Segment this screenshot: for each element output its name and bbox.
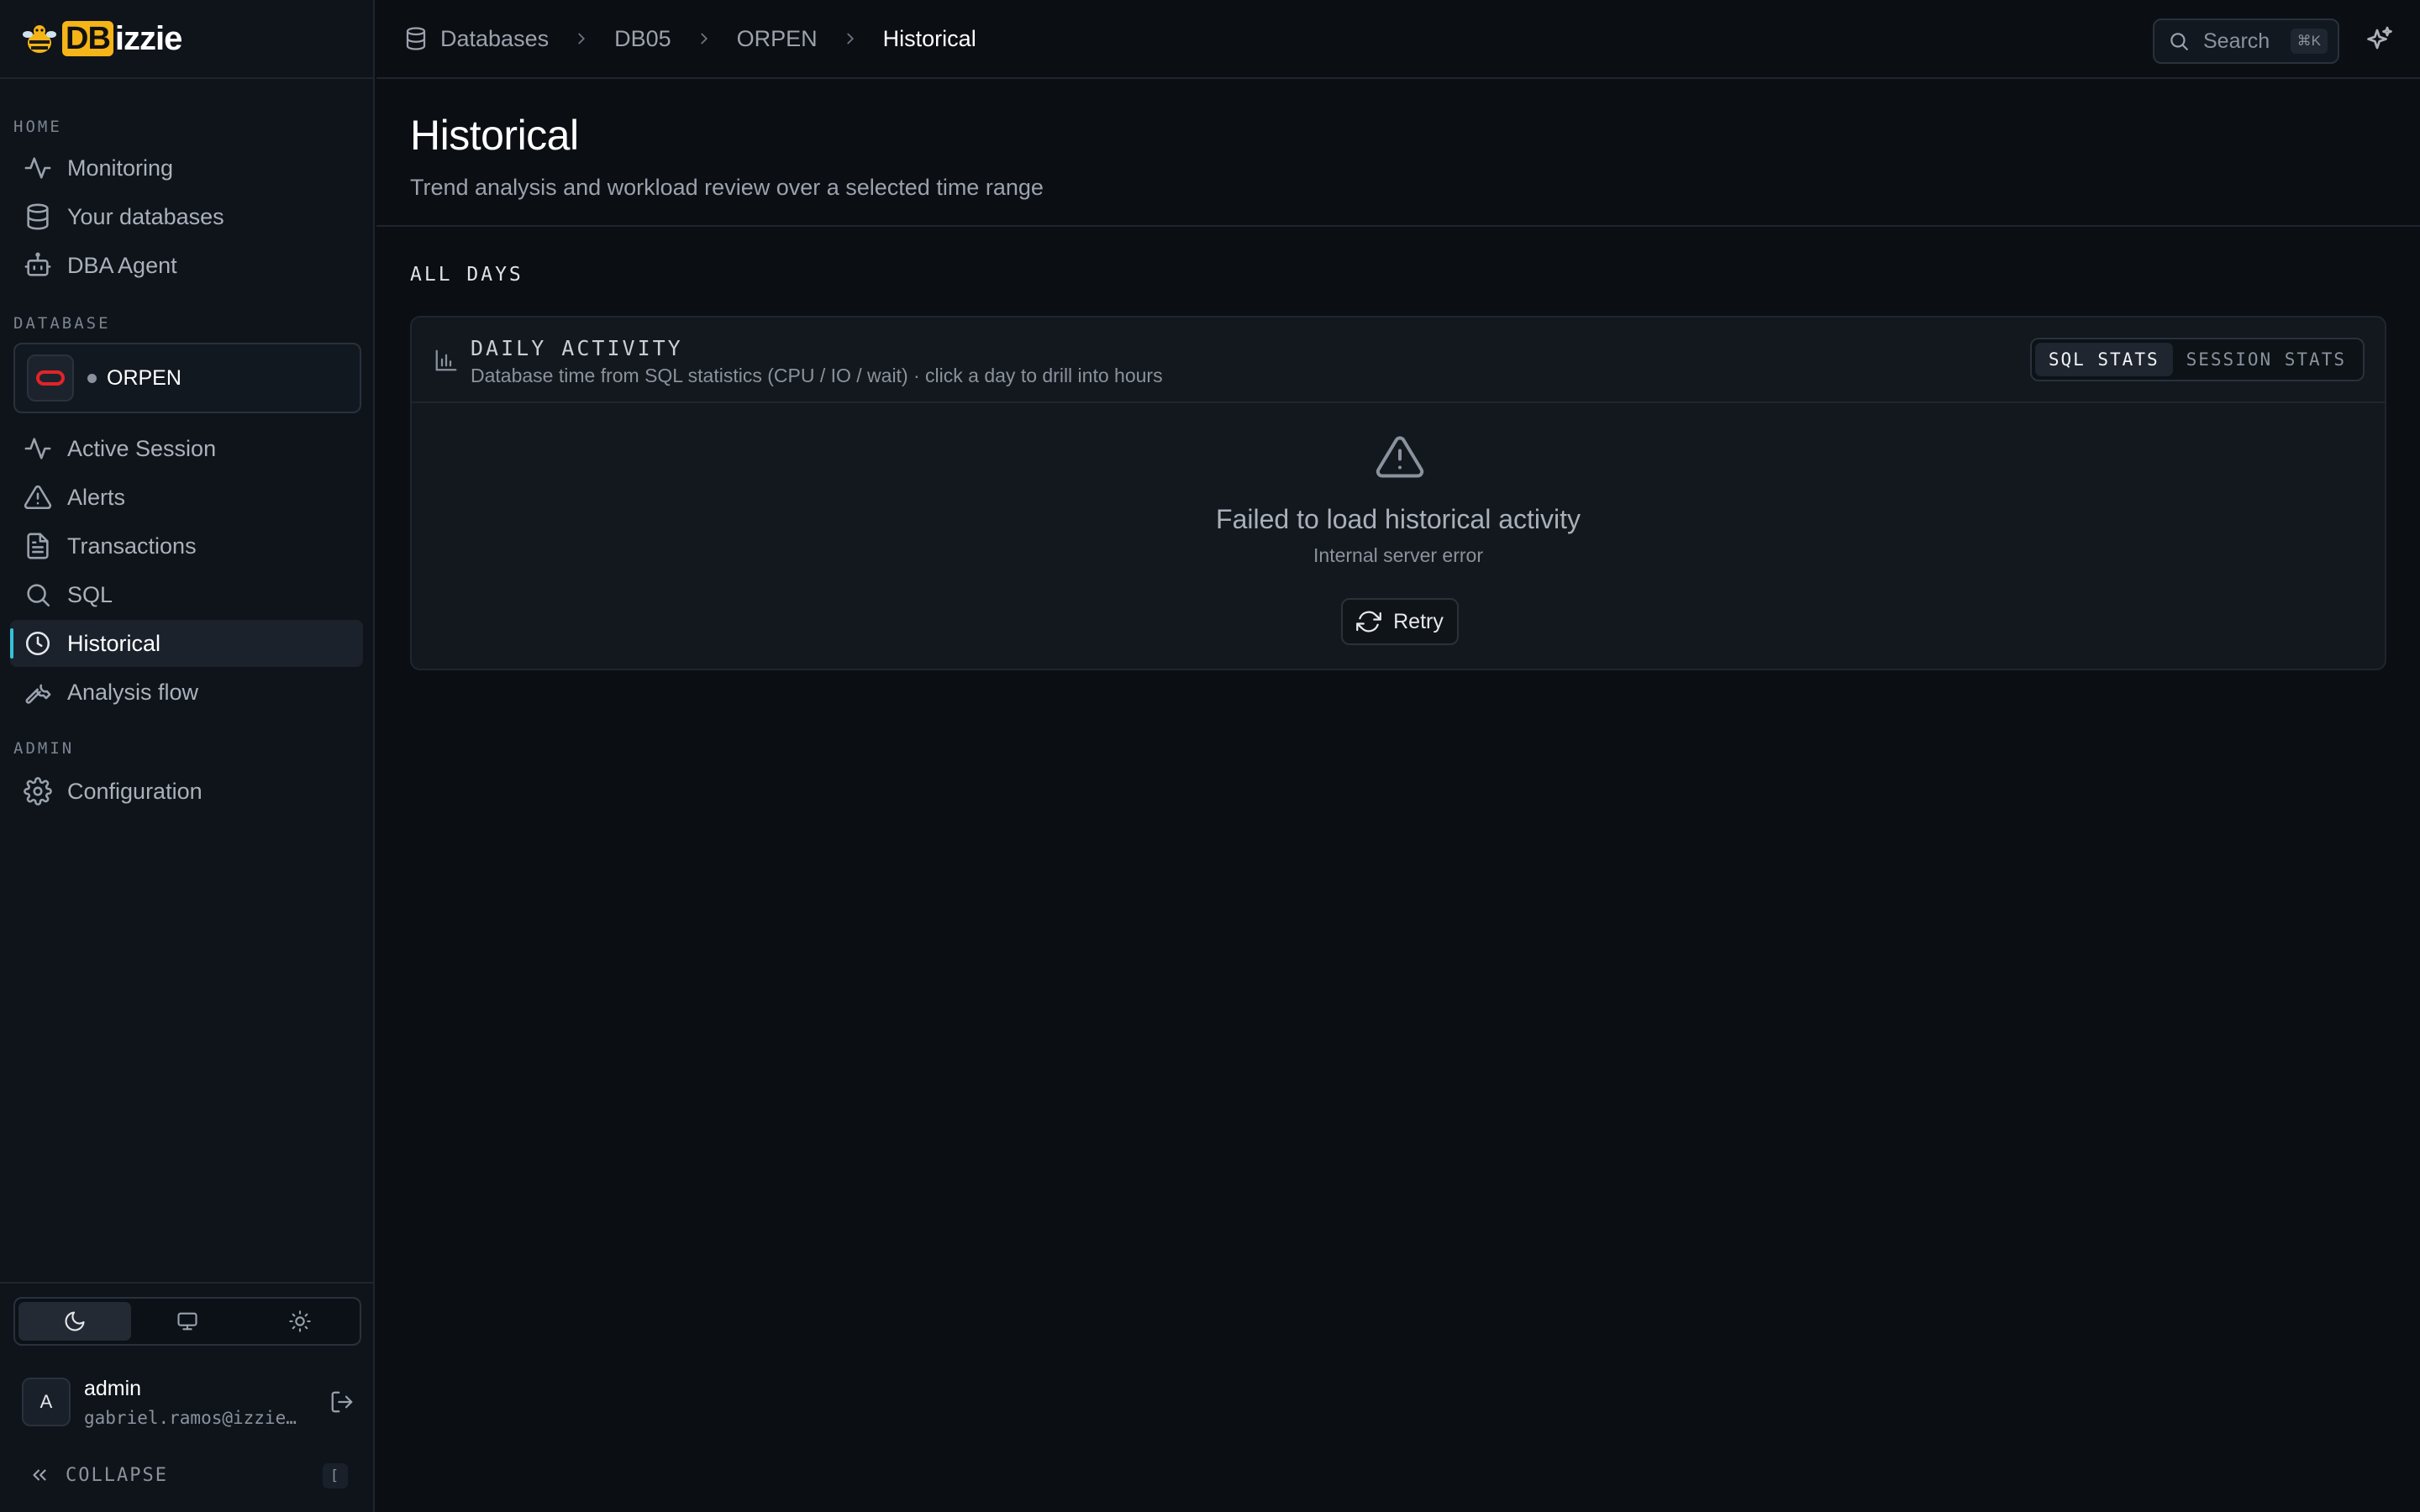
sidebar-item-label: Alerts: [67, 484, 126, 510]
section-label-home: HOME: [13, 118, 62, 136]
sidebar-item-analysis-flow[interactable]: Analysis flow: [10, 669, 363, 716]
breadcrumb-historical: Historical: [882, 25, 976, 51]
collapse-label: COLLAPSE: [66, 1464, 168, 1486]
chevron-right-icon: [847, 33, 854, 45]
panel-header: DAILY ACTIVITY Database time from SQL st…: [412, 318, 2385, 403]
bar-chart-icon: [435, 349, 457, 371]
search-shortcut: ⌘K: [2290, 29, 2328, 54]
tab-session-stats[interactable]: SESSION STATS: [2173, 343, 2360, 376]
user-name: admin: [84, 1376, 142, 1400]
sidebar-divider: [0, 1282, 373, 1284]
refresh-icon: [1356, 611, 1381, 633]
error-title: Failed to load historical activity: [1216, 504, 1581, 534]
sidebar-item-label: Your databases: [67, 203, 224, 229]
sidebar-item-configuration[interactable]: Configuration: [10, 768, 363, 815]
user-email: gabriel.ramos@izzie…: [84, 1407, 297, 1428]
file-text-icon: [27, 533, 49, 559]
alert-triangle-icon: [1376, 436, 1424, 478]
breadcrumb-orpen[interactable]: ORPEN: [737, 26, 818, 52]
sidebar-item-label: Transactions: [67, 533, 197, 559]
gear-icon: [24, 777, 52, 806]
brand-suffix: izzie: [114, 19, 182, 57]
panel-description: Database time from SQL statistics (CPU /…: [471, 365, 1163, 386]
sidebar-item-label: Configuration: [67, 778, 203, 804]
status-dot: [87, 373, 97, 383]
sidebar-item-active-session[interactable]: Active Session: [10, 425, 363, 472]
collapse-shortcut: [: [323, 1463, 348, 1488]
oracle-icon: [27, 354, 74, 402]
retry-label: Retry: [1393, 609, 1444, 633]
daily-activity-panel: DAILY ACTIVITY Database time from SQL st…: [410, 316, 2386, 670]
moon-icon: [65, 1311, 85, 1331]
alert-triangle-icon: [24, 485, 52, 510]
logout-icon[interactable]: [329, 1389, 355, 1415]
retry-button[interactable]: Retry: [1341, 598, 1459, 645]
panel-title: DAILY ACTIVITY: [471, 336, 683, 360]
breadcrumb-db05[interactable]: DB05: [614, 26, 671, 52]
search-icon: [27, 584, 50, 607]
sidebar-item-label: Active Session: [67, 435, 217, 461]
search-button[interactable]: Search ⌘K: [2153, 18, 2339, 64]
collapse-button[interactable]: COLLAPSE [: [29, 1460, 348, 1490]
topbar: Databases DB05 ORPEN Historical Search ⌘…: [376, 0, 2420, 79]
page-subtitle: Trend analysis and workload review over …: [410, 175, 1044, 200]
section-label-all-days: ALL DAYS: [410, 264, 523, 286]
page-header: Historical Trend analysis and workload r…: [376, 81, 2420, 227]
database-selector[interactable]: ORPEN: [13, 343, 361, 413]
theme-dark-button[interactable]: [18, 1302, 131, 1341]
page-title: Historical: [410, 112, 579, 159]
breadcrumb: Databases DB05 ORPEN Historical: [376, 26, 976, 52]
sidebar-item-label: DBA Agent: [67, 252, 177, 278]
sidebar-item-historical[interactable]: Historical: [10, 620, 363, 667]
theme-switcher: [13, 1297, 361, 1346]
chevron-right-icon: [578, 33, 586, 45]
brand-prefix: DB: [62, 21, 113, 56]
theme-system-button[interactable]: [131, 1302, 244, 1341]
sidebar-item-your-databases[interactable]: Your databases: [10, 193, 363, 240]
search-label: Search: [2203, 29, 2270, 53]
sun-icon: [289, 1310, 311, 1332]
bee-logo-icon: [23, 20, 56, 53]
chevrons-left-icon: [33, 1469, 46, 1481]
sidebar: DB izzie HOME Monitoring Your databases …: [0, 0, 375, 1512]
sidebar-item-dba-agent[interactable]: DBA Agent: [10, 242, 363, 289]
wrench-icon: [25, 684, 51, 704]
database-icon: [27, 203, 49, 230]
bot-icon: [24, 252, 51, 276]
sidebar-item-label: Historical: [67, 630, 161, 656]
database-icon: [406, 27, 426, 50]
activity-icon: [24, 438, 51, 459]
search-icon: [2170, 33, 2188, 50]
sidebar-item-transactions[interactable]: Transactions: [10, 522, 363, 570]
sidebar-item-monitoring[interactable]: Monitoring: [10, 144, 363, 192]
monitor-icon: [177, 1312, 197, 1331]
tab-sql-stats[interactable]: SQL STATS: [2034, 343, 2173, 376]
sidebar-item-label: SQL: [67, 581, 113, 607]
clock-icon: [25, 631, 50, 656]
section-label-admin: ADMIN: [13, 739, 75, 758]
activity-icon: [24, 157, 51, 179]
sidebar-item-label: Monitoring: [67, 155, 174, 181]
chevron-right-icon: [700, 33, 708, 45]
sidebar-item-alerts[interactable]: Alerts: [10, 474, 363, 521]
stats-toggle: SQL STATS SESSION STATS: [2029, 338, 2365, 381]
database-name: ORPEN: [107, 365, 182, 390]
theme-light-button[interactable]: [244, 1302, 356, 1341]
user-profile: A admin gabriel.ramos@izzie…: [22, 1374, 358, 1430]
error-message: Internal server error: [1313, 544, 1483, 566]
sparkles-icon[interactable]: [2365, 25, 2395, 55]
sidebar-item-label: Analysis flow: [67, 679, 199, 705]
breadcrumb-databases[interactable]: Databases: [440, 26, 549, 52]
sidebar-item-sql[interactable]: SQL: [10, 571, 363, 618]
avatar[interactable]: A: [22, 1378, 71, 1426]
section-label-database: DATABASE: [13, 314, 111, 333]
brand-logo[interactable]: DB izzie: [0, 0, 373, 79]
